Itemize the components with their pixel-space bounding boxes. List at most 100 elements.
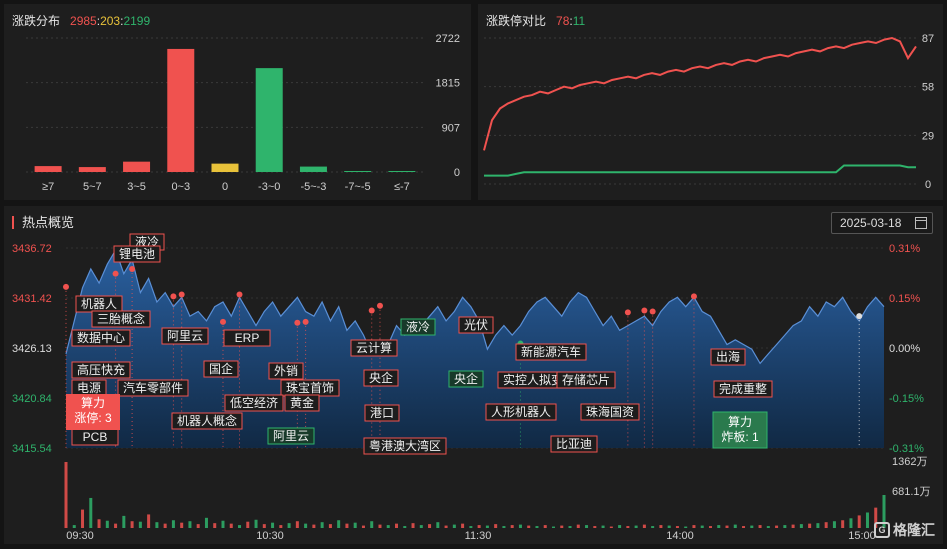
flat-count: 203 [100,14,121,28]
volume-bar [138,521,142,528]
series-line [483,36,917,151]
volume-bar [857,515,861,528]
hot-tag-label: 央企 [369,370,393,385]
y-tick-label: 1815 [436,78,460,90]
volume-bar [808,523,812,528]
limit-break-stack-label: 算力 [728,414,752,429]
volume-bar [395,523,399,528]
volume-bar [262,524,266,528]
bar [211,163,239,172]
volume-bar [378,524,382,528]
event-marker [302,318,309,325]
volume-bar [502,526,506,528]
volume-bar [246,521,250,528]
distribution-bar-chart: 2722 1815 907 0 ≥7 5~7 3~5 0~3 0 -3~0 -5~-3 -7~-5 ≤-… [26,33,460,193]
volume-bar [832,521,836,528]
series-line [484,164,916,177]
hot-tag-label: 存储芯片 [562,372,610,387]
volume-bar [469,526,473,528]
volume-bar [238,525,242,528]
percent-tick-label: -0.15% [889,393,924,405]
hot-tag-label: 光伏 [464,318,488,332]
volume-bar [543,525,547,528]
volume-bar [742,526,746,528]
calendar-icon[interactable] [915,217,927,229]
volume-bar [320,522,324,528]
volume-bar [304,523,308,528]
volume-bar [527,525,531,528]
volume-bar [171,520,175,528]
bar [299,166,327,172]
bar [78,167,106,172]
volume-bar [428,524,432,528]
volume-bar [700,525,704,528]
volume-bar [758,525,762,528]
event-marker [376,302,383,309]
hot-tag-label: 粤港澳大湾区 [369,438,441,453]
y-tick-label: 0 [454,167,460,179]
volume-bar [279,525,283,528]
volume-bar [783,525,787,528]
percent-tick-label: 0.15% [889,293,920,305]
event-marker [112,270,119,277]
hot-tag-label: 新能源汽车 [521,344,581,359]
event-marker [641,307,648,314]
volume-bar [824,522,828,528]
date-picker[interactable]: 2025-03-18 [831,212,933,234]
volume-bar [560,525,564,528]
hot-tag-label: 黄金 [290,395,314,410]
hot-tag-label: 机器人概念 [177,413,237,428]
volume-bar [81,509,85,528]
event-marker [219,318,226,325]
volume-bar [403,526,407,528]
limit-up-stack-label: 算力 [81,395,105,410]
logo-icon: G [874,522,890,538]
intraday-area-chart: 3436.72 0.31% 3431.42 0.15% 3426.13 0.00% 3420… [12,233,931,542]
bar [255,68,283,172]
volume-bar [312,524,316,528]
logo-text: 格隆汇 [893,522,935,538]
volume-bar [634,525,638,528]
volume-bar [353,522,357,528]
brand-logo: G 格隆汇 [874,520,935,540]
volume-bar [791,524,795,528]
x-tick-label: ≥7 [42,181,54,193]
volume-bar [361,525,365,528]
volume-bar [659,525,663,528]
volume-bar [849,518,853,528]
down-count: 2199 [123,14,151,28]
hot-tag-label: 阿里云 [273,429,309,443]
volume-bar [97,519,101,528]
volume-bar [576,524,580,528]
hot-tag-label: 数据中心 [77,330,125,345]
volume-bar [510,525,514,528]
bar [123,161,151,172]
volume-bar [180,522,184,528]
x-tick-label: -5~-3 [300,181,326,193]
hot-tag-label: 外销 [274,364,298,378]
volume-bar [642,524,646,528]
hot-tag-label: 云计算 [356,340,392,355]
volume-bar [130,521,134,528]
time-tick-label: 10:30 [256,530,284,542]
limit-title-text: 涨跌停对比 [486,14,547,28]
volume-bar [436,522,440,528]
hot-tag-label: 三胎概念 [97,311,145,326]
volume-bar [585,525,589,528]
limit-compare-panel: 涨跌停对比 78:11 87 58 29 0 [478,4,943,200]
event-marker [170,293,177,300]
time-tick-label: 11:30 [465,530,492,542]
volume-tick-label: 681.1万 [892,486,931,498]
hot-tag-label: 液冷 [406,319,430,334]
event-marker [294,319,301,326]
volume-bar [147,514,151,528]
hot-tag-label: 央企 [454,371,478,386]
volume-bar [411,523,415,528]
x-tick-label: -7~-5 [345,181,371,193]
hot-tag-label: 实控人拟变 [503,372,563,387]
y-tick-label: 87 [922,33,934,45]
volume-bar [271,522,275,528]
volume-bar [89,497,93,528]
hot-tag-label: 完成重整 [719,381,767,396]
volume-bar [295,521,299,528]
